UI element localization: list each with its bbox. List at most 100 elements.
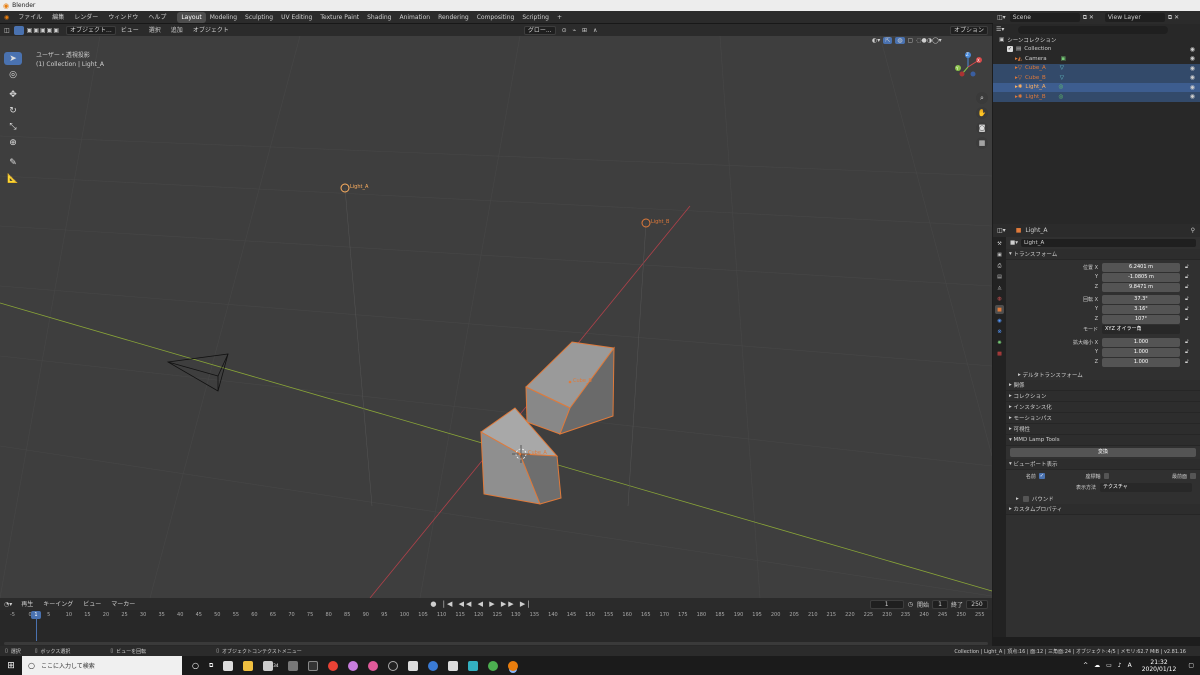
outliner-row-camera[interactable]: ▸◭ Camera ▣ ◉ [993,54,1200,64]
outliner-row-cube-a[interactable]: ▸▽ Cube_A ▽ ◉ [993,63,1200,73]
scale-tool-icon[interactable]: ⤡ [4,120,22,133]
cursor-tool-icon[interactable]: ◎ [4,68,22,81]
eye-icon[interactable]: ◉ [1190,93,1195,100]
mail-app-icon[interactable]: 34 [263,660,278,671]
timeline-editor-icon[interactable]: ◔▾ [0,601,16,608]
editor-type-icon[interactable]: ◫ [0,27,14,34]
m-app-icon[interactable] [468,660,479,671]
green-app-icon[interactable] [488,660,499,671]
collection-checkbox[interactable]: ✓ [1007,46,1013,53]
workspace-tab-texture-paint[interactable]: Texture Paint [316,12,363,23]
workspace-tab-scripting[interactable]: Scripting [518,12,553,23]
playback-controls[interactable]: ● |◀ ◀◀ ◀ ▶ ▶▶ ▶| [430,600,531,608]
render-tab-icon[interactable]: ▣ [995,250,1004,259]
notification-icon[interactable]: ▢ [1188,662,1194,669]
volume-icon[interactable]: ♪ [1118,662,1122,669]
gizmo-toggle-icon[interactable]: ⇱ [883,37,893,44]
properties-editor-icon[interactable]: ◫▾ [993,227,1010,234]
transform-section-header[interactable]: ▾ トランスフォーム [1006,249,1200,260]
network-icon[interactable]: ▭ [1106,662,1112,669]
rotate-tool-icon[interactable]: ↻ [4,104,22,117]
player-app-icon[interactable] [428,660,439,671]
delta-transform-subpanel[interactable]: ▸ デルタトランスフォーム [1006,369,1200,380]
location-y-field[interactable]: -1.0805 m [1102,272,1180,282]
outliner-row-collection[interactable]: ✓ ▤ Collection ◉ [993,45,1200,55]
object-tab-icon[interactable]: ■ [995,305,1004,314]
display-as-dropdown[interactable]: テクスチャ [1100,483,1192,492]
playhead-marker[interactable]: 1 [31,611,41,619]
shading-rendered-icon[interactable]: ◯▾ [932,37,942,44]
rotation-z-field[interactable]: 107° [1102,314,1180,324]
ime-indicator[interactable]: A [1128,662,1132,669]
menu-edit[interactable]: 編集 [47,11,69,24]
zoom-icon[interactable]: ⌕ [976,92,988,104]
sticky-app-icon[interactable] [408,660,419,671]
cube-b-object[interactable] [525,341,615,435]
terminal-app-icon[interactable] [308,660,319,671]
options-dropdown[interactable]: オプション [949,25,988,35]
eye-icon[interactable]: ◉ [1190,74,1195,81]
lock-icon[interactable]: 🔓︎ [1185,296,1189,303]
visibility-icon[interactable]: ◐▾ [872,37,880,44]
physics-tab-icon[interactable]: ◉ [995,316,1004,325]
timeline-menu-marker[interactable]: マーカー [106,598,140,611]
eye-icon[interactable]: ◉ [1190,65,1195,72]
eye-icon[interactable]: ◉ [1190,55,1195,62]
scene-icon[interactable]: ◫▾ [993,14,1010,21]
viewport-menu-select[interactable]: 選択 [144,24,166,37]
media-app-icon[interactable] [368,660,379,671]
navigation-gizmo[interactable]: Z Y X [953,52,983,82]
location-z-field[interactable]: 9.8471 m [1102,282,1180,292]
rotation-mode-dropdown[interactable]: XYZ オイラー角 [1102,325,1180,334]
workspace-tab-modeling[interactable]: Modeling [206,12,241,23]
blender-menu-icon[interactable]: ◉ [0,14,13,21]
frame-ruler[interactable]: -505101520253035404550556065707580859095… [0,610,992,620]
eye-icon[interactable]: ◉ [1190,46,1195,53]
outliner-editor-icon[interactable]: ☰▾ [996,26,1004,33]
rotation-x-field[interactable]: 37.3° [1102,294,1180,304]
outliner-row-light-b[interactable]: ▸✺ Light_B ◎ ◉ [993,92,1200,102]
eye-icon[interactable]: ◉ [1190,84,1195,91]
bounds-row[interactable]: ▸ バウンド [1006,493,1200,504]
tray-up-icon[interactable]: ^ [1083,662,1088,669]
view-layer-selector[interactable]: View Layer [1104,13,1165,22]
camera-object[interactable] [166,353,229,392]
data-tab-icon[interactable]: ✺ [995,338,1004,347]
tool-tab-icon[interactable]: ⚒ [995,239,1004,248]
workspace-tab-layout[interactable]: Layout [177,12,206,23]
relations-section[interactable]: ▸ 関係 [1006,380,1200,391]
lock-icon[interactable]: 🔓︎ [1185,359,1189,366]
overlay-toggle-icon[interactable]: ◍ [895,37,905,44]
pivot-snap-icons[interactable]: ⊙ ⌁ ⊞ ∧ [562,27,600,34]
xray-icon[interactable]: ▢ [908,37,914,44]
select-box-icons[interactable]: ▣▣▣▣▣ [27,27,60,34]
object-name-field[interactable]: Light_A [1020,239,1196,247]
visibility-section[interactable]: ▸ 可視性 [1006,424,1200,435]
scene-copy-icon[interactable]: ⧉ ✕ [1083,14,1094,22]
scale-x-field[interactable]: 1.000 [1102,337,1180,347]
taskbar-search-box[interactable]: ○ ここに入力して検索 [22,656,182,675]
workspace-tab-rendering[interactable]: Rendering [434,12,473,23]
pan-hand-icon[interactable]: ✋ [976,107,988,119]
task-view-icon[interactable]: ⧉ [209,662,213,670]
lock-icon[interactable]: 🔓︎ [1185,264,1189,271]
in-front-checkbox[interactable] [1190,473,1197,479]
move-tool-icon[interactable]: ✥ [4,88,22,101]
world-tab-icon[interactable]: ◍ [995,294,1004,303]
select-tool-icon[interactable]: ➤ [4,52,22,65]
blender-app-icon[interactable] [508,660,519,671]
lock-icon[interactable]: 🔓︎ [1185,274,1189,281]
timeline-menu-keying[interactable]: キーイング [38,598,78,611]
motion-paths-section[interactable]: ▸ モーションパス [1006,413,1200,424]
custom-properties-section[interactable]: ▸ カスタムプロパティ [1006,504,1200,515]
measure-tool-icon[interactable]: 📐 [4,172,22,185]
workspace-tab-sculpting[interactable]: Sculpting [241,12,277,23]
lock-icon[interactable]: 🔓︎ [1185,349,1189,356]
location-x-field[interactable]: 6.2401 m [1102,262,1180,272]
collections-section[interactable]: ▸ コレクション [1006,391,1200,402]
store-app-icon[interactable] [223,660,234,671]
clock-icon[interactable]: ◷ [908,601,913,608]
workspace-tab-uv-editing[interactable]: UV Editing [277,12,316,23]
file-explorer-icon[interactable] [243,660,254,671]
start-frame-field[interactable]: 1 [931,599,948,609]
